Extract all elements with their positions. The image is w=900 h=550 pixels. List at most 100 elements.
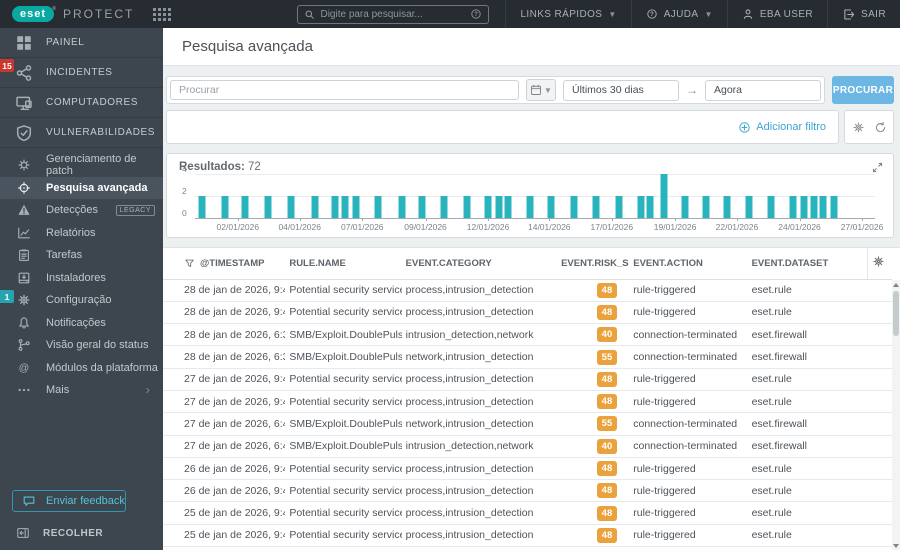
sidebar-item-modulos-da-plataforma[interactable]: @ Módulos da plataforma [0, 357, 163, 380]
refresh-icon[interactable] [874, 121, 887, 134]
cell-timestamp: 25 de jan de 2026, 9:45:14.142 [163, 524, 286, 548]
table-row[interactable]: 27 de jan de 2026, 6:45:34.113SMB/Exploi… [163, 412, 892, 436]
cell: process,intrusion_detection [401, 457, 558, 481]
sidebar-item-vulnerabilidades[interactable]: VULNERABILIDADES [0, 118, 163, 148]
sidebar-item-computadores[interactable]: COMPUTADORES [0, 88, 163, 118]
sidebar-item-tarefas[interactable]: Tarefas [0, 244, 163, 267]
gear-icon [872, 255, 885, 268]
global-search-input[interactable] [320, 8, 466, 20]
sidebar-item-label: Módulos da plataforma [46, 361, 158, 374]
sidebar-item-deteccoes[interactable]: Detecções LEGACY [0, 199, 163, 222]
cell-risk-score: 48 [557, 501, 630, 525]
sidebar-item-notificacoes[interactable]: Notificações [0, 312, 163, 335]
search-button[interactable]: PROCURAR [832, 76, 894, 104]
table-row[interactable]: 28 de jan de 2026, 9:45:21.071Potential … [163, 279, 892, 302]
date-to-input[interactable] [705, 79, 821, 101]
help-menu[interactable]: ? AJUDA ▼ [630, 0, 727, 28]
send-feedback-button[interactable]: Enviar feedback [12, 490, 126, 512]
sidebar-item-label: INCIDENTES [46, 67, 113, 78]
cell-empty [867, 412, 892, 436]
add-filter-button[interactable]: Adicionar filtro [738, 121, 826, 134]
risk-score-badge: 48 [596, 505, 618, 521]
table-row[interactable]: 28 de jan de 2026, 9:45:21.071Potential … [163, 301, 892, 325]
cell-timestamp: 27 de jan de 2026, 9:45:21.470 [163, 390, 286, 414]
scrollbar-thumb[interactable] [893, 291, 899, 336]
scroll-up-arrow[interactable] [892, 280, 900, 289]
sidebar-item-incidentes[interactable]: 15 INCIDENTES [0, 58, 163, 88]
expand-icon[interactable] [871, 161, 884, 174]
chart-gridline [195, 174, 875, 175]
chart-bar [592, 196, 600, 218]
table-row[interactable]: 27 de jan de 2026, 9:45:21.470Potential … [163, 390, 892, 414]
plus-circle-icon [738, 121, 751, 134]
chart-bar [789, 196, 797, 218]
chart-x-tick-label: 09/01/2026 [404, 222, 447, 232]
cell-risk-score: 48 [557, 279, 630, 302]
date-from-input[interactable] [563, 79, 679, 101]
search-toolbar: ▼ → PROCURAR [166, 76, 894, 104]
cell-empty [867, 323, 892, 347]
table-row[interactable]: 26 de jan de 2026, 9:45:19.133Potential … [163, 457, 892, 481]
sidebar-item-relatorios[interactable]: Relatórios [0, 222, 163, 245]
search-help-icon[interactable]: ? [470, 8, 482, 20]
logout-button[interactable]: SAIR [827, 0, 900, 28]
date-picker-button[interactable]: ▼ [526, 79, 556, 101]
cell: connection-terminated [629, 323, 748, 347]
chart-bar [681, 196, 689, 218]
table-row[interactable]: 27 de jan de 2026, 9:45:21.470Potential … [163, 368, 892, 391]
settings-icon[interactable] [852, 121, 865, 134]
sidebar-item-visao-geral-do-status[interactable]: Visão geral do status [0, 334, 163, 357]
quick-links-menu[interactable]: LINKS RÁPIDOS ▼ [505, 0, 630, 28]
sidebar-item-label: Relatórios [46, 226, 96, 239]
sidebar-item-painel[interactable]: PAINEL [0, 28, 163, 58]
table-row[interactable]: 28 de jan de 2026, 6:30:25.789SMB/Exploi… [163, 345, 892, 369]
eset-protect-console: eset® PROTECT ? LINKS RÁPIDOS ▼ ? AJUDA ▼ E… [0, 0, 900, 550]
cell: SMB/Exploit.DoublePulsar.B [285, 345, 402, 369]
table-scrollbar[interactable] [892, 280, 900, 550]
query-search-input[interactable] [170, 80, 519, 100]
sidebar-item-label: Configuração [46, 294, 112, 307]
cell-risk-score: 55 [557, 412, 630, 436]
help-label: AJUDA [663, 8, 699, 20]
collapse-sidebar-button[interactable]: RECOLHER [0, 526, 163, 540]
table-row[interactable]: 25 de jan de 2026, 9:45:14.142Potential … [163, 524, 892, 548]
table-row[interactable]: 26 de jan de 2026, 9:45:19.133Potential … [163, 479, 892, 503]
table-header-row: @TIMESTAMP RULE.NAME EVENT.CATEGORY EVENT.R… [163, 248, 892, 280]
sidebar-item-configuracao[interactable]: 1 Configuração [0, 289, 163, 312]
chart-y-tick-label: 2 [182, 186, 187, 196]
sidebar-item-gerenciamento-de-patch[interactable]: Gerenciamento de patch [0, 153, 163, 177]
chart-x-tick [425, 218, 427, 221]
cell-empty [867, 435, 892, 458]
column-label: @TIMESTAMP [200, 257, 265, 269]
table-row[interactable]: 28 de jan de 2026, 6:30:25.789SMB/Exploi… [163, 323, 892, 347]
user-menu[interactable]: EBA USER [726, 0, 827, 28]
cell: SMB/Exploit.DoublePulsar.B [285, 323, 402, 347]
chart-bar [495, 196, 503, 218]
brand: eset ® PROTECT [0, 6, 179, 22]
column-header-rule-name[interactable]: RULE.NAME [285, 248, 402, 280]
table-row[interactable]: 27 de jan de 2026, 6:45:34.113SMB/Exploi… [163, 435, 892, 458]
sidebar-item-instaladores[interactable]: Instaladores [0, 267, 163, 290]
chart-bar [463, 196, 471, 218]
column-header-event-dataset[interactable]: EVENT.DATASET [747, 248, 868, 280]
cell: connection-terminated [629, 435, 748, 458]
chart-x-tick-label: 22/01/2026 [715, 222, 759, 232]
scroll-down-arrow[interactable] [892, 541, 900, 550]
apps-grid-icon[interactable] [153, 7, 172, 21]
cell: Potential security service disco... [285, 301, 402, 325]
chart-bar [331, 196, 339, 218]
column-header-event-category[interactable]: EVENT.CATEGORY [401, 248, 558, 280]
sidebar-item-pesquisa-avancada[interactable]: Pesquisa avançada [0, 176, 163, 199]
column-header--timestamp[interactable]: @TIMESTAMP [163, 248, 286, 280]
table-row[interactable]: 25 de jan de 2026, 9:45:14.142Potential … [163, 501, 892, 525]
cell-empty [867, 345, 892, 369]
table-settings-button[interactable] [867, 248, 892, 280]
cell: connection-terminated [629, 345, 748, 369]
global-search[interactable]: ? [297, 4, 490, 24]
risk-score-badge: 40 [596, 438, 618, 454]
chart-x-tick [362, 218, 364, 221]
cell: rule-triggered [629, 301, 748, 325]
column-header-event-action[interactable]: EVENT.ACTION [629, 248, 748, 280]
column-header-event-risk-score[interactable]: EVENT.RISK_SCORE [557, 248, 630, 280]
sidebar-item-mais[interactable]: Mais [0, 379, 163, 402]
